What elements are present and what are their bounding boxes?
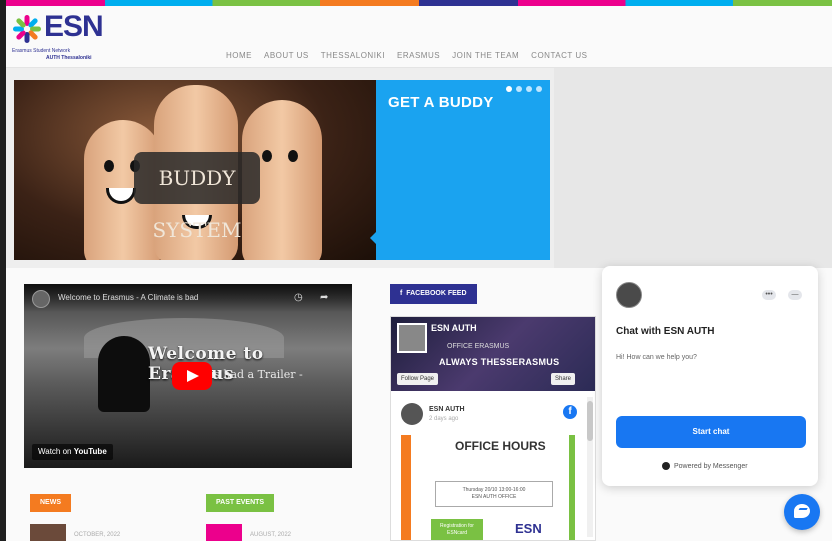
poster-registration: Registration for ESNcard xyxy=(431,519,483,540)
post-author[interactable]: ESN AUTH xyxy=(429,406,465,413)
slide-title: GET A BUDDY xyxy=(388,94,494,111)
chat-greeting: Hi! How can we help you? xyxy=(616,354,697,361)
share-button[interactable]: Share xyxy=(551,373,576,385)
facebook-logo-icon: f xyxy=(563,405,577,419)
facebook-page-avatar[interactable] xyxy=(397,323,427,353)
youtube-embed[interactable]: Welcome to Erasmus - A Climate is bad ◷ … xyxy=(24,284,352,468)
messenger-icon[interactable] xyxy=(784,494,820,530)
powered-by-messenger: Powered by Messenger xyxy=(662,462,748,470)
chat-page-avatar xyxy=(616,282,642,308)
page: ESN Erasmus Student Network AUTH Thessal… xyxy=(6,0,832,541)
facebook-feed-label: FACEBOOK FEED xyxy=(406,290,467,297)
post-time: 2 days ago xyxy=(429,416,459,422)
messenger-chat-widget: ••• — Chat with ESN AUTH Hi! How can we … xyxy=(602,266,818,486)
slider-dot[interactable] xyxy=(516,86,522,92)
nav-erasmus[interactable]: ERASMUS xyxy=(397,51,440,60)
slide-notch xyxy=(370,230,378,246)
logo-section: AUTH Thessaloniki xyxy=(46,55,92,61)
messenger-small-icon xyxy=(662,462,670,470)
channel-avatar[interactable] xyxy=(32,290,50,308)
video-person xyxy=(98,336,150,412)
header-side-area xyxy=(554,68,832,268)
buddy-system-image: BUDDY SYSTEM xyxy=(14,80,376,260)
facebook-f-icon: f xyxy=(400,290,403,297)
start-chat-button[interactable]: Start chat xyxy=(616,416,806,448)
nav-thessaloniki[interactable]: THESSALONIKI xyxy=(321,51,385,60)
hero-slider[interactable]: BUDDY SYSTEM GET A BUDDY xyxy=(14,80,550,260)
facebook-page-name[interactable]: ESN AUTH xyxy=(431,323,477,333)
nav-join-the-team[interactable]: JOIN THE TEAM xyxy=(452,51,519,60)
poster-line: ESN AUTH OFFICE xyxy=(471,494,517,500)
cover-text: OFFICE ERASMUS xyxy=(447,343,510,350)
messenger-bolt xyxy=(796,508,808,514)
facebook-feed-tab[interactable]: f FACEBOOK FEED xyxy=(390,284,477,304)
buddy-system-label: BUDDY SYSTEM xyxy=(134,152,260,242)
main-nav: HOME ABOUT US THESSALONIKI ERASMUS JOIN … xyxy=(226,51,587,60)
video-title[interactable]: Welcome to Erasmus - A Climate is bad xyxy=(58,293,198,302)
mouth xyxy=(106,188,136,204)
slider-dot[interactable] xyxy=(536,86,542,92)
news-date: OCTOBER, 2022 xyxy=(74,532,121,538)
share-icon[interactable]: ➦ xyxy=(320,292,328,303)
nav-home[interactable]: HOME xyxy=(226,51,252,60)
poster-line: ESNcard xyxy=(446,530,467,536)
youtube-logo-icon: YouTube xyxy=(73,447,107,456)
poster-line: Thursday 20/10 13:00-16:00 xyxy=(462,487,526,493)
esn-star-icon xyxy=(13,15,41,43)
poster-title: OFFICE HOURS xyxy=(455,439,546,453)
slider-dot[interactable] xyxy=(506,86,512,92)
chat-minimize-icon[interactable]: — xyxy=(788,290,802,300)
watch-on-label: Watch on xyxy=(38,447,72,456)
clock-icon[interactable]: ◷ xyxy=(294,292,303,303)
eye xyxy=(104,160,114,172)
past-events-tag[interactable]: PAST EVENTS xyxy=(206,494,275,512)
event-date: AUGUST, 2022 xyxy=(250,532,292,538)
logo-subtitle: Erasmus Student Network xyxy=(12,48,71,54)
office-hours-poster[interactable]: OFFICE HOURS Thursday 20/10 13:00-16:00 … xyxy=(401,435,575,540)
feed-scroll-thumb[interactable] xyxy=(587,401,593,441)
nav-about-us[interactable]: ABOUT US xyxy=(264,51,309,60)
cover-text: ALWAYS THESSERASMUS xyxy=(439,357,560,367)
facebook-cover: ESN AUTH OFFICE ERASMUS ALWAYS THESSERAS… xyxy=(391,317,595,391)
nav-contact-us[interactable]: CONTACT US xyxy=(531,51,587,60)
poster-line: Registration for xyxy=(440,523,474,529)
news-thumbnail[interactable] xyxy=(30,524,66,541)
poster-esn-logo: ESN xyxy=(515,521,542,536)
esn-logo[interactable]: ESN Erasmus Student Network AUTH Thessal… xyxy=(10,10,114,66)
chat-title: Chat with ESN AUTH xyxy=(616,326,715,337)
powered-text: Powered by Messenger xyxy=(674,462,748,470)
slide-panel: GET A BUDDY xyxy=(370,80,550,260)
logo-wordmark: ESN xyxy=(44,10,104,43)
post-avatar[interactable] xyxy=(401,403,423,425)
slider-dots xyxy=(506,86,542,92)
play-button[interactable] xyxy=(172,362,212,390)
facebook-post[interactable]: ESN AUTH 2 days ago f OFFICE HOURS Thurs… xyxy=(397,399,583,540)
poster-schedule: Thursday 20/10 13:00-16:00 ESN AUTH OFFI… xyxy=(435,481,553,507)
site-header: ESN Erasmus Student Network AUTH Thessal… xyxy=(6,6,832,68)
follow-page-button[interactable]: Follow Page xyxy=(397,373,439,385)
event-thumbnail[interactable] xyxy=(206,524,242,541)
video-top-bar: Welcome to Erasmus - A Climate is bad ◷ … xyxy=(24,284,352,312)
watch-on-youtube[interactable]: Watch on YouTube xyxy=(32,444,113,460)
eye xyxy=(262,150,272,162)
facebook-feed[interactable]: ESN AUTH OFFICE ERASMUS ALWAYS THESSERAS… xyxy=(390,316,596,541)
chat-more-icon[interactable]: ••• xyxy=(762,290,776,300)
news-tag[interactable]: NEWS xyxy=(30,494,71,512)
slider-dot[interactable] xyxy=(526,86,532,92)
eye xyxy=(288,150,298,162)
